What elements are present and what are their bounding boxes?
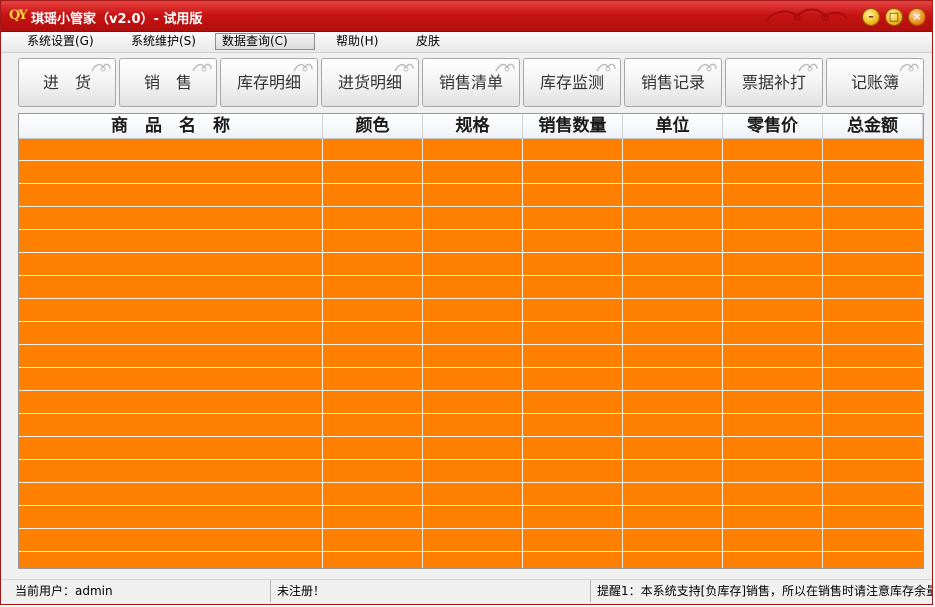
sales-record-button-label: 销售记录 (640, 73, 705, 92)
swirl-ornament-icon (697, 63, 717, 72)
grid-row-divider (19, 551, 923, 552)
grid-row-divider (19, 252, 923, 253)
sales-record-button[interactable]: 销售记录 (624, 58, 722, 107)
inventory-monitor-button[interactable]: 库存监测 (523, 58, 621, 107)
grid-row-divider (19, 528, 923, 529)
column-header-sales-qty[interactable]: 销售数量 (523, 114, 623, 138)
column-header-color[interactable]: 颜色 (323, 114, 423, 138)
sales-grid[interactable]: 商 品 名 称 颜色 规格 销售数量 单位 零售价 总金额 (18, 113, 924, 569)
inventory-detail-button[interactable]: 库存明细 (220, 58, 318, 107)
column-header-retail-price[interactable]: 零售价 (723, 114, 823, 138)
grid-row-divider (19, 367, 923, 368)
swirl-ornament-icon (192, 63, 212, 72)
swirl-ornament-icon (596, 63, 616, 72)
grid-body[interactable] (19, 139, 923, 568)
swirl-ornament-icon (798, 63, 818, 72)
menu-help[interactable]: 帮助(H) (330, 33, 384, 50)
receipt-reprint-button[interactable]: 票据补打 (725, 58, 823, 107)
purchase-button[interactable]: 进 货 (18, 58, 116, 107)
title-bar[interactable]: QY 琪瑶小管家（v2.0）- 试用版 – □ × (1, 1, 932, 32)
grid-row-divider (19, 413, 923, 414)
window-title: 琪瑶小管家（v2.0）- 试用版 (31, 12, 203, 27)
grid-row-divider (19, 275, 923, 276)
receipt-reprint-button-label: 票据补打 (741, 73, 806, 92)
grid-row-divider (19, 298, 923, 299)
swirl-ornament-icon (899, 63, 919, 72)
menu-system-maintenance[interactable]: 系统维护(S) (125, 33, 202, 50)
purchase-button-label: 进 货 (42, 73, 91, 92)
status-bar: 当前用户：admin 未注册！ 提醒1：本系统支持[负库存]销售，所以在销售时请… (1, 579, 932, 603)
grid-row-divider (19, 436, 923, 437)
swirl-ornament-icon (495, 63, 515, 72)
menu-system-settings[interactable]: 系统设置(G) (21, 33, 100, 50)
grid-row-divider (19, 459, 923, 460)
app-logo-icon: QY (9, 8, 28, 23)
grid-header: 商 品 名 称 颜色 规格 销售数量 单位 零售价 总金额 (19, 114, 923, 139)
column-header-unit[interactable]: 单位 (623, 114, 723, 138)
menu-data-query[interactable]: 数据查询(C) (215, 33, 315, 50)
minimize-icon[interactable]: – (862, 8, 880, 26)
inventory-detail-button-label: 库存明细 (236, 73, 301, 92)
swirl-ornament-icon (293, 63, 313, 72)
column-header-total-amount[interactable]: 总金额 (823, 114, 923, 138)
grid-row-divider (19, 321, 923, 322)
ledger-button[interactable]: 记账簿 (826, 58, 924, 107)
grid-row-divider (19, 482, 923, 483)
grid-row-divider (19, 160, 923, 161)
status-registration: 未注册！ (273, 580, 591, 602)
grid-row-divider (19, 183, 923, 184)
inventory-monitor-button-label: 库存监测 (539, 73, 604, 92)
sales-button-label: 销 售 (143, 73, 192, 92)
sales-list-button[interactable]: 销售清单 (422, 58, 520, 107)
sales-list-button-label: 销售清单 (438, 73, 503, 92)
sales-button[interactable]: 销 售 (119, 58, 217, 107)
swirl-ornament-icon (394, 63, 414, 72)
grid-row-divider (19, 390, 923, 391)
column-header-spec[interactable]: 规格 (423, 114, 523, 138)
app-window: QY 琪瑶小管家（v2.0）- 试用版 – □ × 系统设置(G) 系统维护(S… (0, 0, 933, 605)
ledger-button-label: 记账簿 (850, 73, 899, 92)
grid-row-divider (19, 344, 923, 345)
grid-row-divider (19, 206, 923, 207)
purchase-detail-button[interactable]: 进货明细 (321, 58, 419, 107)
maximize-icon[interactable]: □ (885, 8, 903, 26)
menu-skin[interactable]: 皮肤 (410, 33, 446, 50)
menu-bar: 系统设置(G) 系统维护(S) 数据查询(C) 帮助(H) 皮肤 (1, 32, 932, 53)
grid-row-divider (19, 229, 923, 230)
column-header-product-name[interactable]: 商 品 名 称 (19, 114, 323, 138)
cloud-ornament-icon (765, 8, 848, 22)
grid-row-divider (19, 505, 923, 506)
swirl-ornament-icon (91, 63, 111, 72)
status-tip: 提醒1：本系统支持[负库存]销售，所以在销售时请注意库存余量 (597, 584, 932, 598)
purchase-detail-button-label: 进货明细 (337, 73, 402, 92)
status-current-user: 当前用户：admin (11, 580, 271, 602)
close-icon[interactable]: × (908, 8, 926, 26)
